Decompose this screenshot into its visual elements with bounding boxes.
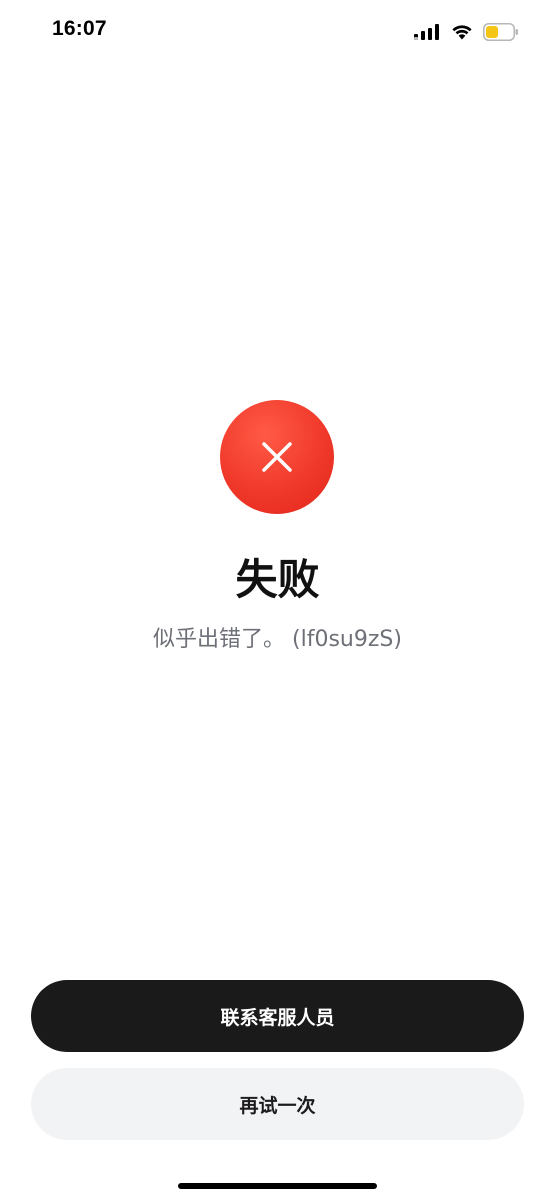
retry-button[interactable]: 再试一次 <box>31 1068 524 1140</box>
status-icons <box>413 22 519 42</box>
battery-level <box>486 26 498 38</box>
error-badge <box>220 400 334 514</box>
error-message: 似乎出错了。 (lf0su9zS) <box>153 627 402 652</box>
signal-icon <box>414 24 439 40</box>
home-indicator[interactable] <box>178 1183 377 1189</box>
error-title: 失败 <box>235 555 320 604</box>
status-time: 16:07 <box>52 17 107 40</box>
close-icon <box>262 442 292 472</box>
status-bar: 16:07 <box>0 0 555 62</box>
contact-support-button[interactable]: 联系客服人员 <box>31 980 524 1052</box>
wifi-icon <box>452 25 472 40</box>
battery-icon <box>483 23 518 41</box>
